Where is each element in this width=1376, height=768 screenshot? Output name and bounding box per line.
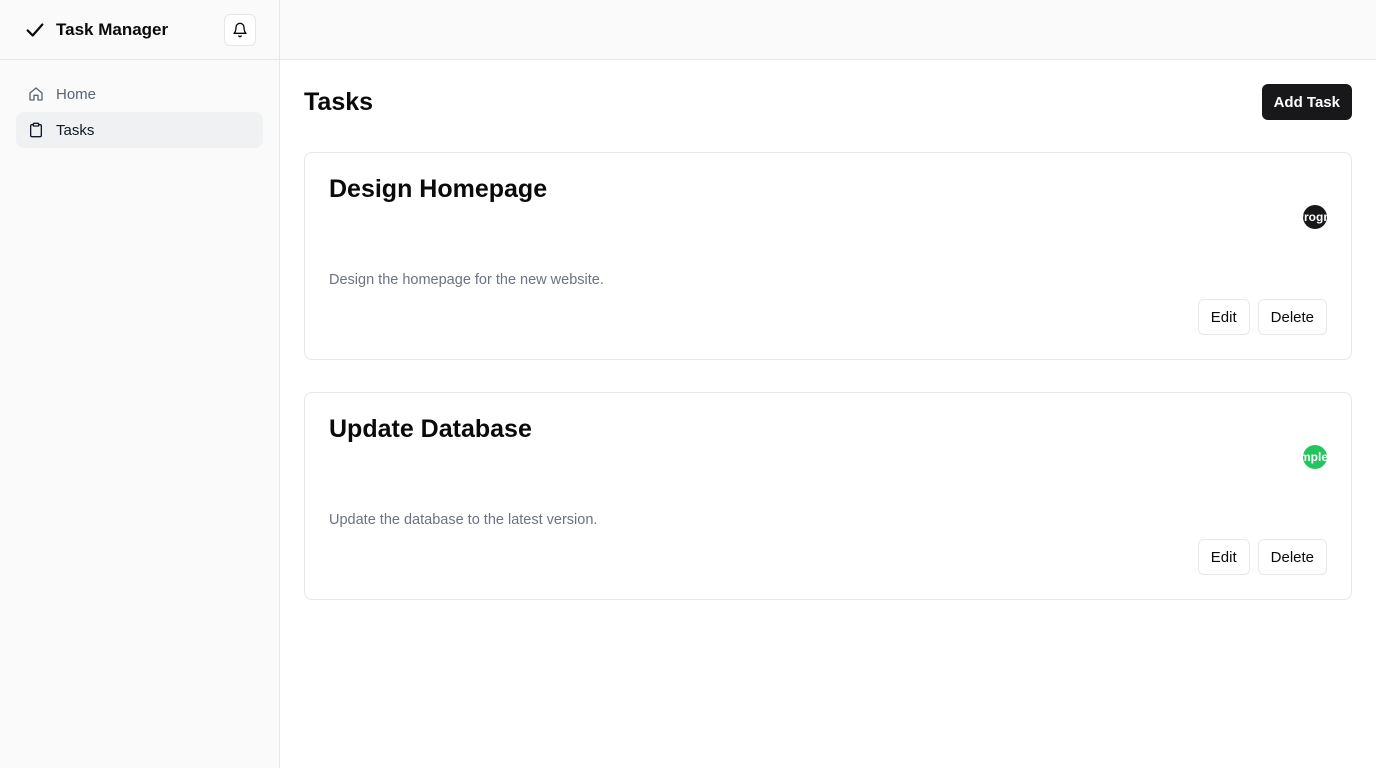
- task-title: Design Homepage: [329, 175, 548, 203]
- add-task-button[interactable]: Add Task: [1261, 84, 1352, 120]
- task-title: Update Database: [329, 415, 532, 443]
- delete-button[interactable]: Delete: [1257, 539, 1327, 575]
- task-card: Design Homepage In Progress Design the h…: [304, 152, 1352, 360]
- page-header: Tasks Add Task: [304, 60, 1352, 144]
- delete-button[interactable]: Delete: [1257, 299, 1327, 335]
- brand[interactable]: Task Manager: [24, 19, 168, 41]
- home-icon: [28, 86, 44, 102]
- bell-icon: [232, 22, 248, 38]
- status-label: In Progress: [1303, 210, 1327, 224]
- page-title: Tasks: [304, 87, 374, 116]
- sidebar-item-home[interactable]: Home: [16, 76, 263, 112]
- sidebar-item-label: Home: [56, 85, 97, 103]
- task-card: Update Database Completed Update the dat…: [304, 392, 1352, 600]
- task-description: Update the database to the latest versio…: [329, 512, 598, 528]
- app-root: Task Manager Home Tasks Tasks Add Task D…: [0, 0, 1376, 768]
- notifications-button[interactable]: [224, 13, 256, 46]
- edit-button[interactable]: Edit: [1197, 539, 1250, 575]
- sidebar-nav: Home Tasks: [0, 60, 279, 164]
- sidebar: Task Manager Home Tasks: [0, 0, 280, 768]
- clipboard-icon: [28, 122, 44, 138]
- app-title: Task Manager: [56, 19, 169, 39]
- sidebar-item-tasks[interactable]: Tasks: [16, 112, 263, 148]
- status-badge: Completed: [1303, 445, 1327, 469]
- status-label: Completed: [1303, 450, 1327, 464]
- main-content: Tasks Add Task Design Homepage In Progre…: [304, 60, 1352, 632]
- task-actions: Edit Delete: [1197, 539, 1327, 575]
- status-badge: In Progress: [1303, 205, 1327, 229]
- task-actions: Edit Delete: [1197, 299, 1327, 335]
- top-bar: [280, 0, 1376, 60]
- check-icon: [24, 19, 46, 41]
- edit-button[interactable]: Edit: [1197, 299, 1250, 335]
- task-description: Design the homepage for the new website.: [329, 272, 604, 288]
- sidebar-item-label: Tasks: [56, 121, 95, 139]
- sidebar-header: Task Manager: [0, 0, 279, 60]
